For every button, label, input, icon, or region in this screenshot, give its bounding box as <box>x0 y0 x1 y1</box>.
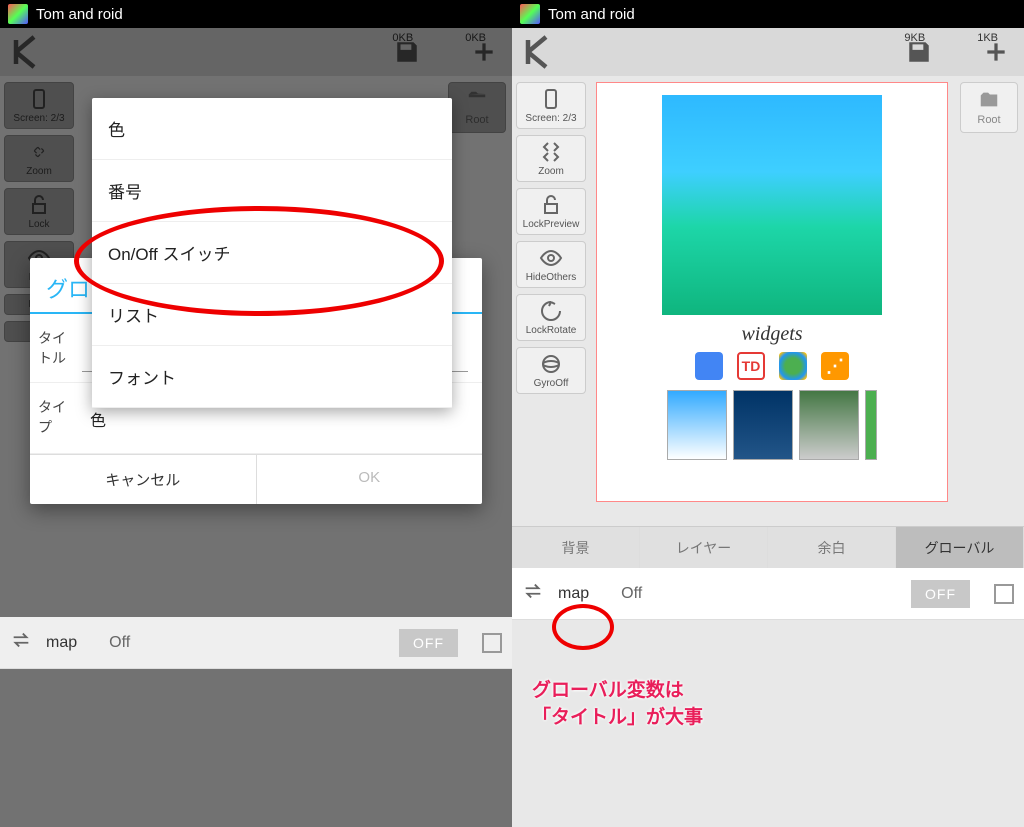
toggle-off[interactable]: OFF <box>911 580 970 608</box>
cancel-button[interactable]: キャンセル <box>30 455 256 504</box>
thumb-4[interactable] <box>865 390 877 460</box>
add-button[interactable] <box>976 32 1016 72</box>
var-value: Off <box>109 634 130 652</box>
widget-todoist-icon: TD <box>737 352 765 380</box>
tab-background[interactable]: 背景 <box>512 527 640 568</box>
topbar: 9KB 1KB <box>512 28 1024 76</box>
side-zoom[interactable]: Zoom <box>516 135 586 182</box>
tab-margin[interactable]: 余白 <box>768 527 896 568</box>
app-icon <box>8 4 28 24</box>
side-screen[interactable]: Screen: 2/3 <box>516 82 586 129</box>
type-picker: 色 番号 On/Off スイッチ リスト フォント <box>92 98 452 408</box>
tab-layer[interactable]: レイヤー <box>640 527 768 568</box>
widget-globe-icon <box>779 352 807 380</box>
app-area-left: 0KB 0KB Screen: 2/3 Zoom Lock Hide Lock … <box>0 28 512 827</box>
global-row-left: map Off OFF <box>0 617 512 669</box>
preview-box[interactable]: widgets TD ⋰ <box>596 82 948 502</box>
var-name[interactable]: map <box>558 585 589 603</box>
status-bar: Tom and roid <box>512 0 1024 28</box>
app-area-right: 9KB 1KB Screen: 2/3 Zoom LockPreview Hid… <box>512 28 1024 827</box>
widget-icons: TD ⋰ <box>695 352 849 380</box>
opt-list[interactable]: リスト <box>92 284 452 346</box>
widget-rss-icon: ⋰ <box>821 352 849 380</box>
annotation-text: グローバル変数は 「タイトル」が大事 <box>532 678 703 731</box>
row-checkbox[interactable] <box>482 633 502 653</box>
label-title: タイトル <box>30 314 82 382</box>
save-button[interactable] <box>899 32 939 72</box>
toggle-off[interactable]: OFF <box>399 629 458 657</box>
opt-onoff[interactable]: On/Off スイッチ <box>92 222 452 284</box>
opt-color[interactable]: 色 <box>92 98 452 160</box>
var-name[interactable]: map <box>46 634 77 652</box>
preview-area: widgets TD ⋰ <box>590 76 954 526</box>
side-hideothers[interactable]: HideOthers <box>516 241 586 288</box>
tabs: 背景 レイヤー 余白 グローバル <box>512 526 1024 568</box>
root-button[interactable]: Root <box>960 82 1018 133</box>
status-title: Tom and roid <box>548 6 635 23</box>
swap-icon <box>10 629 32 656</box>
content-right: Screen: 2/3 Zoom LockPreview HideOthers … <box>512 76 1024 526</box>
opt-font[interactable]: フォント <box>92 346 452 408</box>
swap-icon <box>522 580 544 607</box>
thumb-3[interactable] <box>799 390 859 460</box>
thumbnail-strip <box>667 390 877 460</box>
ok-button[interactable]: OK <box>256 455 483 504</box>
row-checkbox[interactable] <box>994 584 1014 604</box>
global-row-right: map Off OFF <box>512 568 1024 620</box>
thumb-1[interactable] <box>667 390 727 460</box>
phone-left: Tom and roid 0KB 0KB Screen: 2/3 Zoom <box>0 0 512 827</box>
label-type: タイプ <box>30 383 82 453</box>
sidebar: Screen: 2/3 Zoom LockPreview HideOthers … <box>512 76 590 526</box>
widgets-label: widgets <box>741 323 802 346</box>
app-icon <box>520 4 540 24</box>
phone-right: Tom and roid 9KB 1KB Screen: 2/3 Zoom <box>512 0 1024 827</box>
status-bar: Tom and roid <box>0 0 512 28</box>
status-title: Tom and roid <box>36 6 123 23</box>
wallpaper-preview <box>662 95 882 315</box>
var-value: Off <box>621 585 642 603</box>
thumb-2[interactable] <box>733 390 793 460</box>
side-lockpreview[interactable]: LockPreview <box>516 188 586 235</box>
tab-global[interactable]: グローバル <box>896 527 1024 568</box>
side-lockrotate[interactable]: LockRotate <box>516 294 586 341</box>
side-gyrooff[interactable]: GyroOff <box>516 347 586 394</box>
widget-calendar-icon <box>695 352 723 380</box>
klwp-logo <box>522 34 558 70</box>
opt-number[interactable]: 番号 <box>92 160 452 222</box>
